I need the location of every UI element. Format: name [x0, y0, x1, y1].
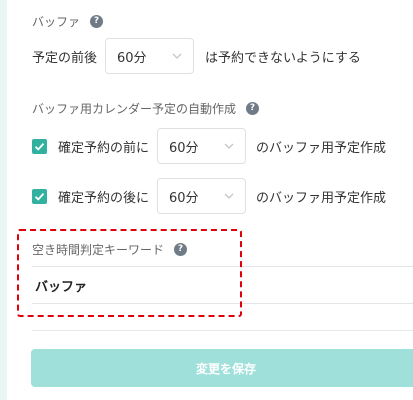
keyword-title-text: 空き時間判定キーワード	[32, 243, 165, 257]
checkmark-icon	[34, 192, 45, 201]
buffer-row-label: 予定の前後	[32, 50, 98, 66]
buffer-title-text: バッファ	[32, 15, 81, 29]
after-duration-value: 60分	[169, 190, 199, 206]
help-icon[interactable]: ?	[246, 102, 260, 115]
after-checkbox[interactable]	[32, 188, 47, 204]
save-button[interactable]: 変更を保存	[31, 349, 413, 387]
before-checkbox[interactable]	[32, 138, 47, 154]
keyword-input[interactable]: バッファ	[32, 266, 413, 304]
before-label: 確定予約の前に	[58, 140, 150, 156]
left-accent-bar	[0, 0, 7, 400]
after-duration-select[interactable]: 60分	[157, 178, 247, 214]
keyword-input-value: バッファ	[35, 279, 88, 295]
chevron-down-icon	[224, 193, 234, 199]
before-duration-select[interactable]: 60分	[157, 128, 247, 164]
after-suffix: のバッファ用予定作成	[256, 190, 387, 206]
buffer-duration-value: 60分	[117, 50, 147, 66]
buffer-row: 予定の前後 60分 は予約できないようにする	[32, 38, 361, 74]
auto-create-section-title: バッファ用カレンダー予定の自動作成 ?	[32, 100, 260, 117]
divider	[32, 330, 413, 331]
checkmark-icon	[34, 142, 45, 151]
buffer-row-suffix: は予約できないようにする	[205, 50, 361, 66]
buffer-duration-select[interactable]: 60分	[105, 38, 195, 74]
buffer-section-title: バッファ ?	[32, 13, 104, 30]
auto-create-title-text: バッファ用カレンダー予定の自動作成	[32, 102, 237, 116]
help-icon[interactable]: ?	[174, 243, 188, 256]
chevron-down-icon	[172, 53, 182, 59]
help-icon[interactable]: ?	[90, 15, 104, 28]
auto-create-before-row: 確定予約の前に 60分 のバッファ用予定作成	[32, 128, 386, 164]
before-duration-value: 60分	[169, 140, 199, 156]
chevron-down-icon	[224, 143, 234, 149]
auto-create-after-row: 確定予約の後に 60分 のバッファ用予定作成	[32, 178, 386, 214]
before-suffix: のバッファ用予定作成	[256, 140, 387, 156]
after-label: 確定予約の後に	[58, 190, 150, 206]
keyword-section-title: 空き時間判定キーワード ?	[32, 241, 188, 258]
